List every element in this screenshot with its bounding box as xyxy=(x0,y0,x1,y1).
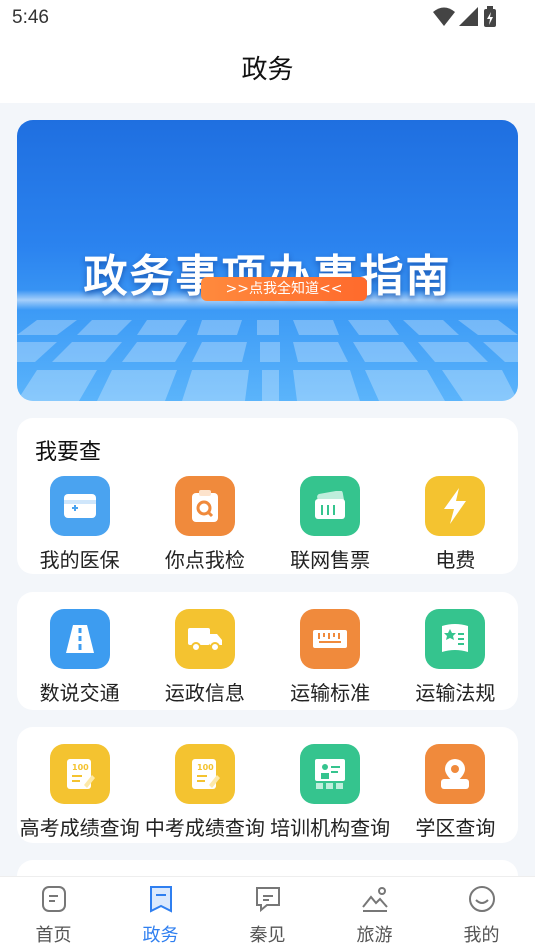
service-grid: 数说交通 运政信息 运输标准 运输法规 xyxy=(17,609,518,709)
status-bar: 5:46 xyxy=(0,0,535,38)
status-time: 5:46 xyxy=(12,7,49,28)
book-icon xyxy=(425,609,486,669)
tab-label: 我的 xyxy=(463,925,500,946)
section-title: 我要查 xyxy=(35,440,102,465)
smile-icon xyxy=(468,886,495,912)
service-item-school-district[interactable]: 学区查询 xyxy=(393,744,518,844)
training-board-icon xyxy=(300,744,361,804)
tab-qinjian[interactable]: 秦见 xyxy=(214,877,321,951)
banner-cta-pill[interactable]: >>点我全知道<< xyxy=(201,277,367,301)
ticket-icon xyxy=(300,476,361,536)
service-item-transport-law[interactable]: 运输法规 xyxy=(393,609,518,709)
clipboard-search-icon xyxy=(174,476,235,536)
transport-section-card: 数说交通 运政信息 运输标准 运输法规 xyxy=(17,592,518,710)
bookmark-icon xyxy=(149,886,172,913)
medical-card-icon xyxy=(49,476,110,536)
status-icons xyxy=(433,6,497,28)
service-grid: 我的医保 你点我检 联网售票 电费 xyxy=(17,476,518,576)
education-section-card: 100 高考成绩查询 100 中考成绩查询 培训机构查询 学区查询 xyxy=(17,727,518,843)
tab-government[interactable]: 政务 xyxy=(107,877,214,951)
tab-home[interactable]: 首页 xyxy=(0,877,107,951)
signal-icon xyxy=(459,7,478,26)
tab-mine[interactable]: 我的 xyxy=(428,877,535,951)
tab-label: 秦见 xyxy=(249,925,286,946)
tab-label: 旅游 xyxy=(356,925,393,946)
location-pin-icon xyxy=(425,744,486,804)
query-section-card: 我要查 我的医保 你点我检 联网售票 电费 xyxy=(17,418,518,574)
service-grid: 100 高考成绩查询 100 中考成绩查询 培训机构查询 学区查询 xyxy=(17,744,518,844)
service-label: 运输法规 xyxy=(415,681,496,705)
landscape-icon xyxy=(361,887,388,912)
ruler-icon xyxy=(300,609,361,669)
svg-text:100: 100 xyxy=(72,763,89,772)
tab-label: 首页 xyxy=(35,925,72,946)
service-label: 学区查询 xyxy=(415,816,496,840)
page-header: 政务 xyxy=(0,38,535,103)
truck-icon xyxy=(174,609,235,669)
service-item-electricity[interactable]: 电费 xyxy=(393,476,518,576)
wifi-icon xyxy=(433,7,455,26)
lightning-icon xyxy=(425,476,486,536)
tab-label: 政务 xyxy=(142,925,179,946)
home-doc-icon xyxy=(41,886,66,912)
service-label: 电费 xyxy=(435,548,476,572)
exam-score-icon: 100 xyxy=(174,744,235,804)
chat-icon xyxy=(255,887,280,913)
page-title: 政务 xyxy=(241,55,294,85)
road-icon xyxy=(49,609,110,669)
guide-banner[interactable]: 政务事项办事指南 >>点我全知道<< xyxy=(17,120,518,401)
bottom-tab-bar: 首页 政务 秦见 旅游 我的 xyxy=(0,876,535,951)
tab-travel[interactable]: 旅游 xyxy=(321,877,428,951)
exam-score-icon: 100 xyxy=(49,744,110,804)
battery-icon xyxy=(484,6,496,27)
svg-text:100: 100 xyxy=(197,763,214,772)
